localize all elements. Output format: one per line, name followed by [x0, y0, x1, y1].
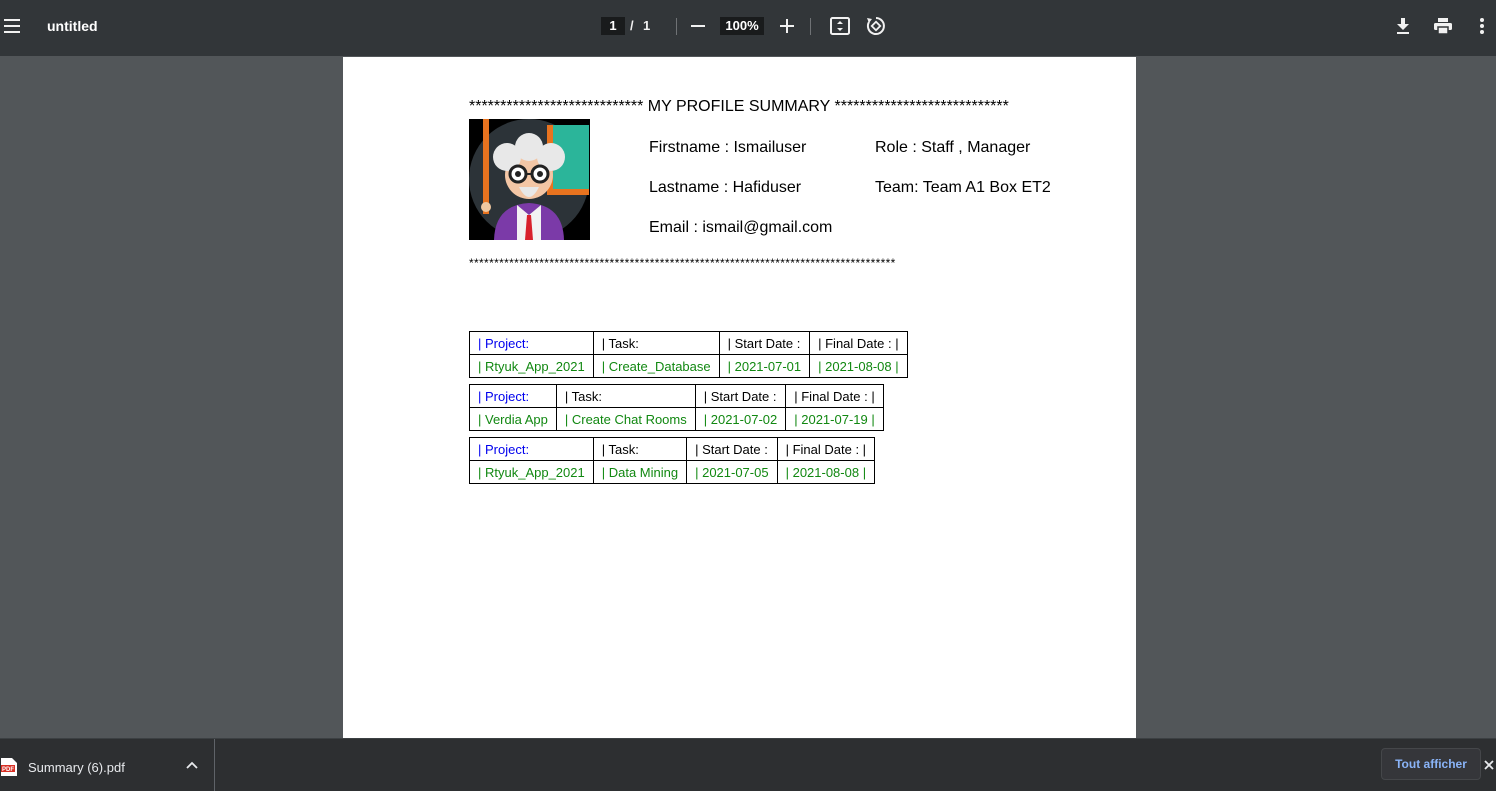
print-button[interactable]: [1427, 10, 1459, 42]
cell-final-date: | 2021-08-08 |: [809, 354, 908, 378]
header-start-date: | Start Date :: [694, 384, 787, 408]
header-project: | Project:: [469, 384, 557, 408]
page-total: 1: [643, 18, 651, 33]
zoom-level-input[interactable]: 100%: [720, 17, 764, 35]
header-task: | Task:: [555, 384, 696, 408]
page-separator: /: [630, 18, 634, 33]
cell-start-date: | 2021-07-05: [686, 460, 778, 484]
document-title: untitled: [47, 18, 98, 34]
profile-avatar: [469, 119, 590, 240]
close-shelf-button[interactable]: [1482, 749, 1496, 781]
cell-task: | Create_Database: [592, 354, 720, 378]
header-project: | Project:: [469, 331, 594, 355]
pdf-page: **************************** MY PROFILE …: [343, 57, 1136, 747]
print-icon: [1434, 18, 1452, 34]
rotate-icon: [866, 17, 885, 35]
more-actions-button[interactable]: [1466, 10, 1496, 42]
toolbar-divider: [810, 18, 811, 35]
cell-project: | Verdia App: [469, 407, 557, 431]
cell-project: | Rtyuk_App_2021: [469, 354, 594, 378]
profile-firstname: Firstname : Ismailuser: [649, 139, 807, 156]
table-row: | Verdia App | Create Chat Rooms | 2021-…: [469, 407, 884, 431]
table-header-row: | Project: | Task: | Start Date : | Fina…: [469, 384, 884, 408]
download-icon: [1397, 18, 1409, 34]
download-file-name: Summary (6).pdf: [28, 760, 125, 775]
header-final-date: | Final Date : |: [776, 437, 876, 461]
header-final-date: | Final Date : |: [809, 331, 908, 355]
project-table: | Project: | Task: | Start Date : | Fina…: [469, 384, 884, 431]
cell-final-date: | 2021-07-19 |: [785, 407, 884, 431]
pdf-file-icon: PDF: [1, 758, 17, 776]
zoom-out-button[interactable]: [682, 10, 714, 42]
header-project: | Project:: [469, 437, 594, 461]
table-header-row: | Project: | Task: | Start Date : | Fina…: [469, 437, 876, 461]
fit-to-page-icon: [830, 17, 850, 35]
chevron-up-icon: [186, 761, 198, 769]
rotate-button[interactable]: [860, 10, 892, 42]
toolbar-divider: [676, 18, 677, 35]
show-all-button[interactable]: Tout afficher: [1381, 748, 1481, 780]
minus-icon: [691, 25, 705, 27]
profile-header-line: **************************** MY PROFILE …: [469, 98, 1009, 115]
download-shelf: PDF Summary (6).pdf Tout afficher: [0, 738, 1496, 791]
hamburger-icon: [4, 19, 20, 33]
header-final-date: | Final Date : |: [785, 384, 884, 408]
cell-final-date: | 2021-08-08 |: [776, 460, 876, 484]
profile-role: Role : Staff , Manager: [875, 139, 1031, 156]
cell-project: | Rtyuk_App_2021: [469, 460, 594, 484]
plus-icon: [780, 19, 794, 33]
more-vert-icon: [1480, 18, 1484, 34]
profile-lastname: Lastname : Hafiduser: [649, 179, 802, 196]
table-row: | Rtyuk_App_2021 | Create_Database | 202…: [469, 354, 908, 378]
fit-to-page-button[interactable]: [824, 10, 856, 42]
profile-footer-line: ****************************************…: [469, 256, 896, 270]
zoom-in-button[interactable]: [771, 10, 803, 42]
table-header-row: | Project: | Task: | Start Date : | Fina…: [469, 331, 908, 355]
close-icon: [1484, 760, 1494, 770]
download-button[interactable]: [1387, 10, 1419, 42]
project-table: | Project: | Task: | Start Date : | Fina…: [469, 331, 908, 378]
cell-task: | Data Mining: [592, 460, 688, 484]
header-start-date: | Start Date :: [718, 331, 811, 355]
header-start-date: | Start Date :: [686, 437, 778, 461]
cell-start-date: | 2021-07-02: [694, 407, 787, 431]
menu-button[interactable]: [0, 10, 29, 42]
table-row: | Rtyuk_App_2021 | Data Mining | 2021-07…: [469, 460, 876, 484]
header-task: | Task:: [592, 437, 688, 461]
page-number-input[interactable]: 1: [601, 17, 625, 35]
download-item[interactable]: PDF Summary (6).pdf: [0, 739, 215, 791]
download-options-button[interactable]: [176, 749, 208, 781]
cell-start-date: | 2021-07-01: [718, 354, 811, 378]
profile-team: Team: Team A1 Box ET2: [875, 179, 1051, 196]
header-task: | Task:: [592, 331, 720, 355]
cell-task: | Create Chat Rooms: [555, 407, 696, 431]
project-table: | Project: | Task: | Start Date : | Fina…: [469, 437, 876, 484]
svg-text:PDF: PDF: [2, 767, 14, 773]
pdf-toolbar: untitled 1 / 1 100%: [0, 0, 1496, 56]
profile-email: Email : ismail@gmail.com: [649, 219, 833, 236]
